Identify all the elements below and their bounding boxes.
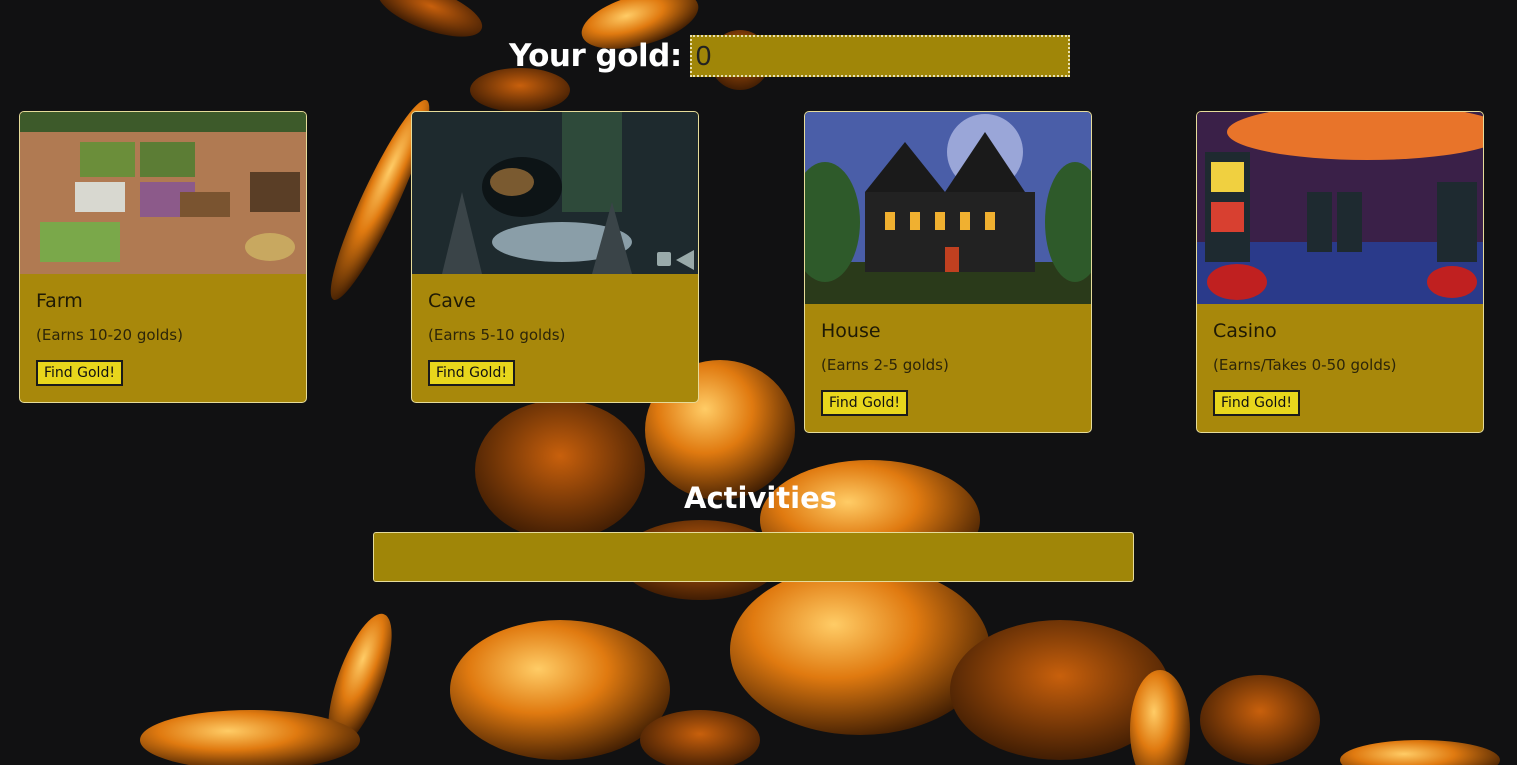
gold-label: Your gold:	[509, 38, 682, 74]
farm-image	[20, 112, 306, 274]
house-card: House (Earns 2-5 golds) Find Gold!	[804, 111, 1092, 433]
gold-amount-field[interactable]	[689, 35, 1070, 77]
gold-counter: Your gold:	[509, 34, 1070, 78]
card-description: (Earns 10-20 golds)	[36, 326, 183, 344]
find-gold-farm-button[interactable]: Find Gold!	[36, 360, 123, 386]
card-description: (Earns 2-5 golds)	[821, 356, 949, 374]
card-title: Farm	[36, 290, 83, 312]
house-image	[805, 112, 1091, 304]
find-gold-cave-button[interactable]: Find Gold!	[428, 360, 515, 386]
card-title: House	[821, 320, 881, 342]
farm-card: Farm (Earns 10-20 golds) Find Gold!	[19, 111, 307, 403]
find-gold-casino-button[interactable]: Find Gold!	[1213, 390, 1300, 416]
card-description: (Earns 5-10 golds)	[428, 326, 566, 344]
find-gold-house-button[interactable]: Find Gold!	[821, 390, 908, 416]
card-description: (Earns/Takes 0-50 golds)	[1213, 356, 1397, 374]
activities-log	[373, 532, 1134, 582]
cave-image	[412, 112, 698, 274]
casino-card: Casino (Earns/Takes 0-50 golds) Find Gol…	[1196, 111, 1484, 433]
card-title: Casino	[1213, 320, 1277, 342]
activities-heading: Activities	[684, 481, 838, 515]
cave-card: Cave (Earns 5-10 golds) Find Gold!	[411, 111, 699, 403]
card-title: Cave	[428, 290, 476, 312]
casino-image	[1197, 112, 1483, 304]
